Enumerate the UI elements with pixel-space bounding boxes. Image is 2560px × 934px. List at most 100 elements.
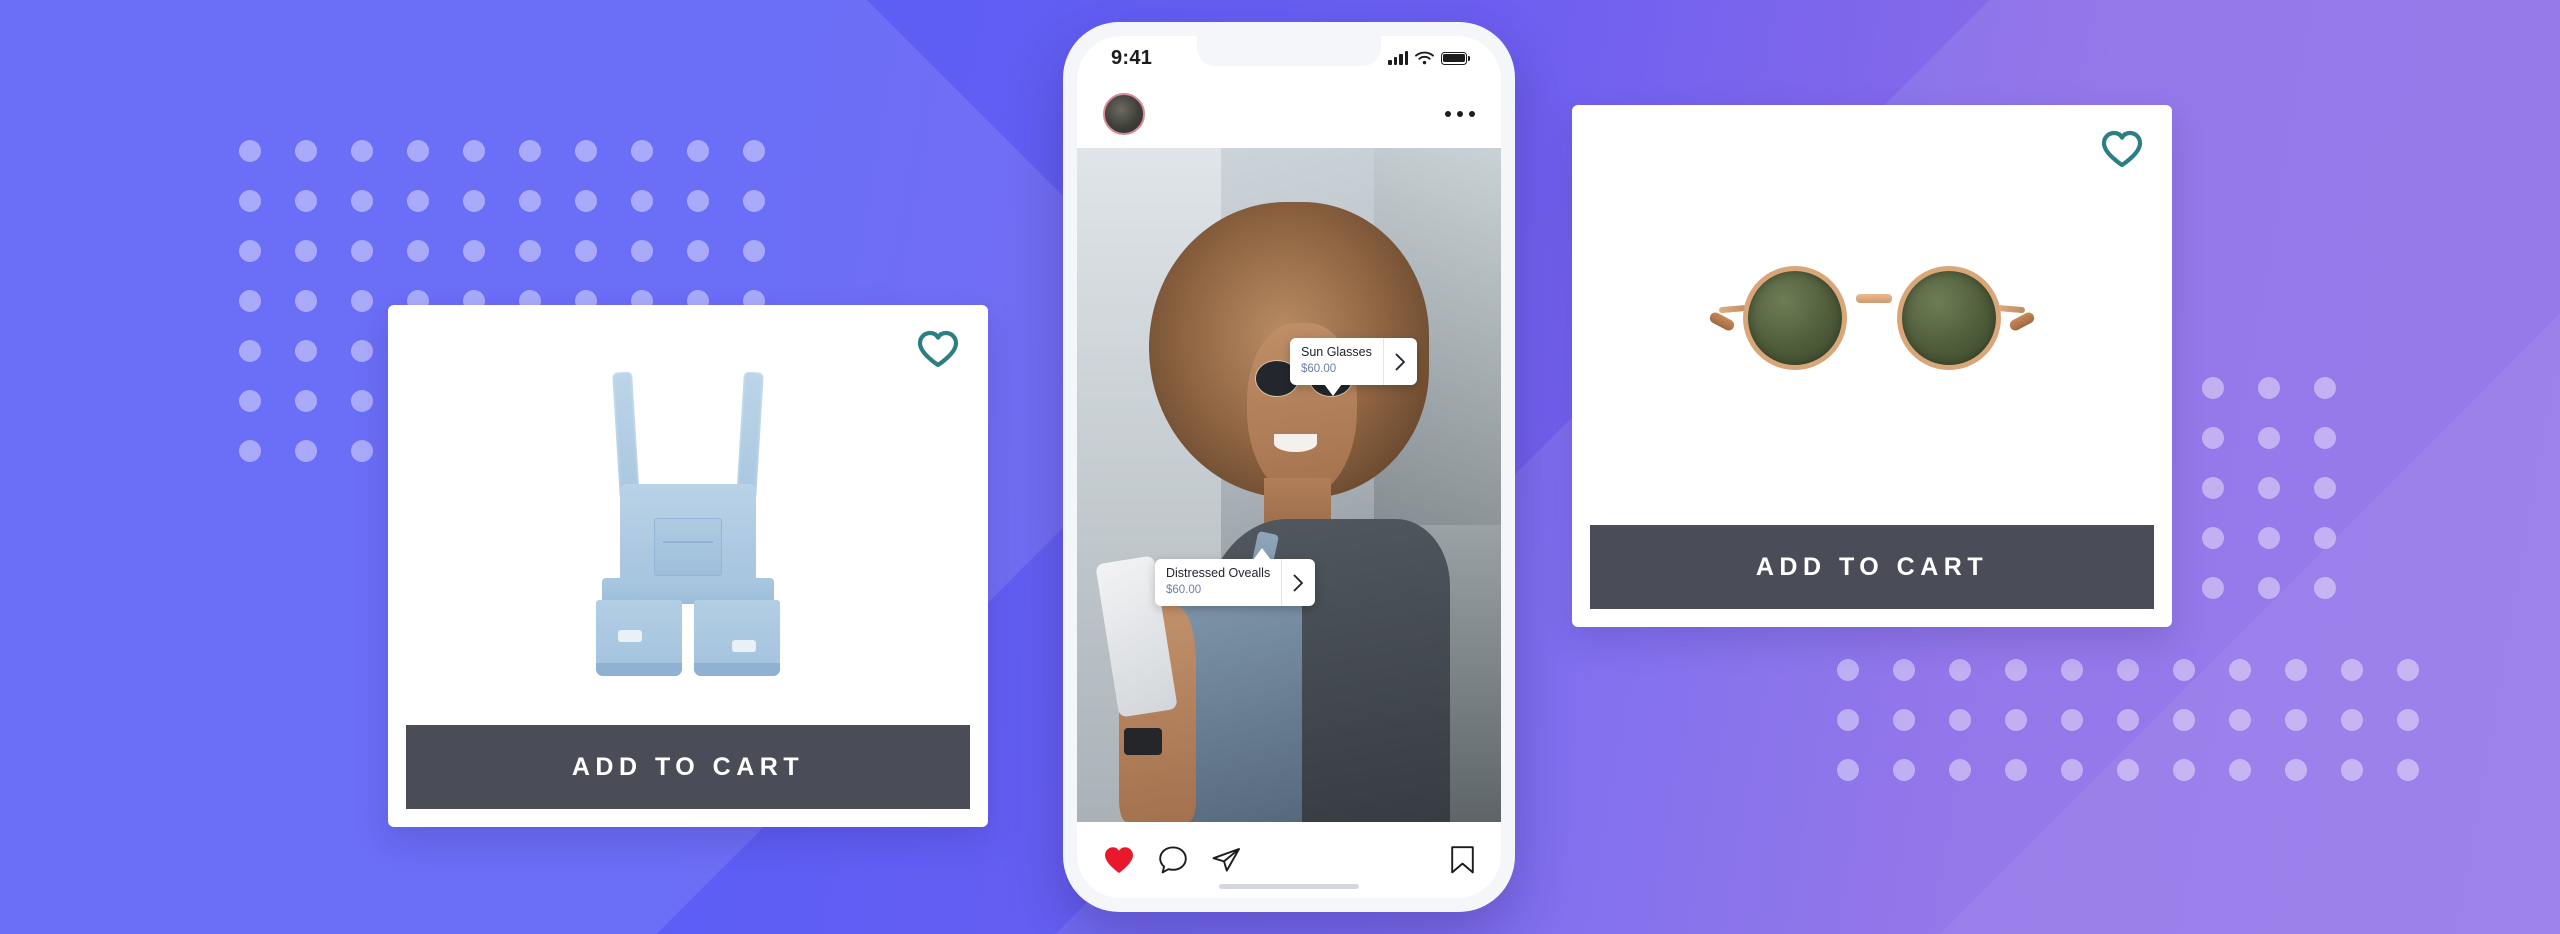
decorative-dot: [295, 440, 317, 462]
decorative-dot: [687, 240, 709, 262]
product-card-sunglasses[interactable]: ADD TO CART: [1572, 105, 2172, 627]
status-time: 9:41: [1111, 46, 1153, 69]
decorative-dot: [2285, 759, 2307, 781]
decorative-dot: [351, 390, 373, 412]
decorative-dot: [1837, 759, 1859, 781]
decorative-dot: [295, 240, 317, 262]
product-card-overalls[interactable]: ADD TO CART: [388, 305, 988, 827]
battery-full-icon: [1441, 51, 1471, 65]
decorative-dot: [1837, 709, 1859, 731]
more-options-icon[interactable]: [1445, 111, 1475, 117]
comment-bubble-icon[interactable]: [1158, 845, 1188, 875]
decorative-dot: [2258, 377, 2280, 399]
decorative-dot: [2173, 759, 2195, 781]
decorative-dot: [2314, 477, 2336, 499]
decorative-dot: [519, 140, 541, 162]
decorative-dot: [2397, 709, 2419, 731]
decorative-dot: [1949, 709, 1971, 731]
decorative-dot: [2202, 427, 2224, 449]
send-arrow-icon[interactable]: [1211, 845, 1241, 875]
decorative-dot: [2314, 427, 2336, 449]
product-tag-sun-glasses[interactable]: Sun Glasses $60.00: [1290, 338, 1417, 397]
decorative-dot: [295, 390, 317, 412]
profile-avatar[interactable]: [1103, 93, 1145, 135]
product-tag-price: $60.00: [1166, 583, 1202, 596]
decorative-dot: [463, 240, 485, 262]
chevron-right-icon[interactable]: [1281, 559, 1315, 607]
heart-outline-icon[interactable]: [916, 329, 960, 369]
decorative-dot: [2314, 527, 2336, 549]
decorative-dot: [575, 190, 597, 212]
decorative-dot: [1893, 709, 1915, 731]
phone-mockup: 9:41 Sun Glasses $60.00 Distressed Oveal…: [1063, 22, 1515, 912]
decorative-dot: [351, 240, 373, 262]
lifestyle-photo-woman-curly-hair: Sun Glasses $60.00 Distressed Ovealls $6…: [1077, 148, 1501, 822]
add-to-cart-button-overalls[interactable]: ADD TO CART: [406, 725, 970, 809]
decorative-dot: [1949, 759, 1971, 781]
decorative-dot: [295, 190, 317, 212]
decorative-dot: [295, 290, 317, 312]
decorative-dot: [2258, 527, 2280, 549]
bookmark-icon[interactable]: [1450, 845, 1475, 875]
decorative-dot: [463, 190, 485, 212]
denim-overalls-image: [578, 371, 798, 676]
decorative-dot: [743, 190, 765, 212]
status-icons: [1388, 51, 1471, 65]
decorative-dot: [2005, 709, 2027, 731]
decorative-dot: [2202, 577, 2224, 599]
decorative-dot: [2202, 377, 2224, 399]
decorative-dot: [407, 240, 429, 262]
phone-notch: [1197, 36, 1381, 66]
product-tag-price: $60.00: [1301, 362, 1337, 375]
decorative-dot: [351, 290, 373, 312]
product-tag-title: Sun Glasses: [1301, 345, 1372, 359]
decorative-dot: [687, 140, 709, 162]
decorative-dot: [1893, 659, 1915, 681]
product-image-container-overalls: [388, 305, 988, 725]
decorative-dot: [2258, 477, 2280, 499]
decorative-dot: [1949, 659, 1971, 681]
add-to-cart-button-sunglasses[interactable]: ADD TO CART: [1590, 525, 2154, 609]
decorative-dot: [743, 240, 765, 262]
decorative-dot: [239, 240, 261, 262]
product-tag-title: Distressed Ovealls: [1166, 566, 1271, 580]
phone-screen: 9:41 Sun Glasses $60.00 Distressed Oveal…: [1077, 36, 1501, 898]
decorative-dot: [687, 190, 709, 212]
decorative-dot: [351, 190, 373, 212]
post-actions-left: [1103, 845, 1241, 875]
decorative-dot: [631, 140, 653, 162]
decorative-dot: [575, 140, 597, 162]
decorative-dot: [295, 340, 317, 362]
heart-filled-icon[interactable]: [1103, 845, 1135, 875]
cellular-signal-icon: [1388, 51, 1408, 65]
decorative-dot: [2397, 659, 2419, 681]
decorative-dot: [2397, 759, 2419, 781]
decorative-dot: [239, 390, 261, 412]
wifi-icon: [1415, 51, 1434, 65]
heart-outline-icon[interactable]: [2100, 129, 2144, 169]
decorative-dot: [351, 440, 373, 462]
decorative-dot: [2173, 709, 2195, 731]
decorative-dot: [351, 140, 373, 162]
dot-pattern-right-bottom: [1820, 645, 2436, 795]
product-tag-distressed-ovealls[interactable]: Distressed Ovealls $60.00: [1155, 547, 1316, 607]
decorative-dot: [2202, 527, 2224, 549]
decorative-dot: [519, 240, 541, 262]
product-tag-info: Sun Glasses $60.00: [1290, 338, 1383, 385]
chevron-right-icon[interactable]: [1382, 338, 1417, 386]
dot-pattern-right-top: [2185, 363, 2353, 613]
decorative-dot: [351, 340, 373, 362]
decorative-dot: [2229, 709, 2251, 731]
decorative-dot: [2117, 709, 2139, 731]
decorative-dot: [2341, 759, 2363, 781]
decorative-dot: [2202, 477, 2224, 499]
decorative-dot: [1893, 759, 1915, 781]
decorative-dot: [407, 190, 429, 212]
decorative-dot: [575, 240, 597, 262]
decorative-dot: [2258, 427, 2280, 449]
decorative-dot: [2005, 759, 2027, 781]
decorative-dot: [239, 140, 261, 162]
decorative-dot: [2061, 709, 2083, 731]
decorative-dot: [2285, 659, 2307, 681]
post-header: [1077, 80, 1501, 148]
